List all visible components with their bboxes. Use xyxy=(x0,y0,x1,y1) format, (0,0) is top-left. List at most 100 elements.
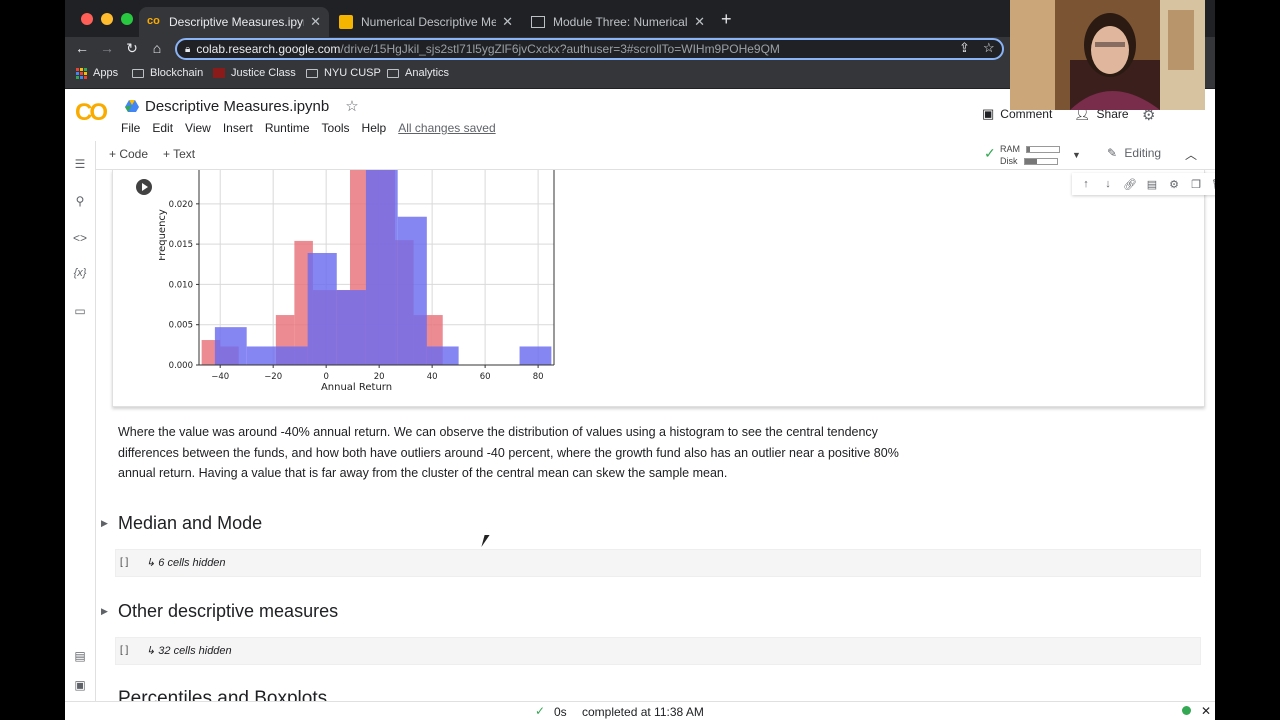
code-snippets-icon[interactable]: <> xyxy=(73,231,87,245)
section-heading: Percentiles and Boxplots xyxy=(118,688,328,701)
menu-tools[interactable]: Tools xyxy=(322,121,350,135)
home-icon[interactable]: ⌂ xyxy=(147,40,167,56)
bookmark-label: Blockchain xyxy=(150,67,204,79)
url-host: colab.research.google.com xyxy=(196,42,341,56)
x-tick-label: −20 xyxy=(264,372,282,382)
bookmark-blockchain[interactable]: Blockchain xyxy=(132,67,203,79)
presenter-video xyxy=(1010,0,1205,110)
menu-help[interactable]: Help xyxy=(362,121,387,135)
execution-duration: 0s xyxy=(554,705,567,719)
apps-grid-icon xyxy=(76,67,87,79)
save-status-link[interactable]: All changes saved xyxy=(398,121,495,135)
mirror-cell-icon[interactable]: ❐ xyxy=(1188,178,1204,191)
collapse-header-icon[interactable]: ︿ xyxy=(1185,146,1197,163)
forward-icon[interactable]: → xyxy=(97,40,117,56)
paragraph-line: annual return. Having a value that is fa… xyxy=(118,466,728,480)
editing-label: Editing xyxy=(1124,146,1162,160)
comment-cell-icon[interactable]: ▤ xyxy=(1144,178,1160,191)
share-icon[interactable]: ⇪ xyxy=(959,40,970,56)
notebook-title-row: Descriptive Measures.ipynb ☆ xyxy=(125,97,359,115)
paragraph-line: Where the value was around -40% annual r… xyxy=(118,425,878,439)
bookmark-justice-class[interactable]: Justice Class xyxy=(213,67,296,79)
editing-mode-button[interactable]: ✎ Editing xyxy=(1107,146,1161,160)
terminal-icon[interactable]: ▣ xyxy=(73,678,87,692)
link-icon[interactable]: 🔗︎ xyxy=(1122,178,1138,191)
histogram-bar xyxy=(214,327,247,365)
add-text-button[interactable]: + Text xyxy=(163,147,195,161)
cell-bracket: [ ] xyxy=(120,557,129,568)
delete-icon[interactable]: 🗑︎ xyxy=(1210,178,1215,191)
menu-view[interactable]: View xyxy=(185,121,211,135)
variables-icon[interactable]: {x} xyxy=(73,267,87,279)
resource-monitor[interactable]: RAM Disk xyxy=(1000,143,1060,167)
search-icon[interactable]: ⚲ xyxy=(73,194,87,208)
connected-check-icon: ✓ xyxy=(984,145,996,161)
left-sidebar: ☰ ⚲ <> {x} ▭ ▤ ▣ xyxy=(65,141,96,701)
close-status-icon[interactable]: ✕ xyxy=(1201,704,1211,718)
disk-label: Disk xyxy=(1000,156,1018,166)
x-axis-label: Annual Return xyxy=(321,382,392,393)
y-tick-label: 0.020 xyxy=(169,200,193,210)
address-bar[interactable]: 🔒︎ colab.research.google.com/drive/15HgJ… xyxy=(175,38,1004,60)
histogram-bar xyxy=(307,252,337,365)
back-icon[interactable]: ← xyxy=(72,40,92,56)
x-tick-label: 60 xyxy=(480,372,491,382)
y-tick-label: 0.000 xyxy=(169,361,193,371)
pencil-icon: ✎ xyxy=(1107,146,1118,160)
x-tick-label: 40 xyxy=(427,372,438,382)
hidden-cells-bar[interactable]: [ ] ↳ 6 cells hidden xyxy=(115,549,1201,577)
star-notebook-icon[interactable]: ☆ xyxy=(345,97,358,115)
star-icon[interactable]: ☆ xyxy=(983,40,995,56)
cell-settings-icon[interactable]: ⚙ xyxy=(1166,178,1182,191)
close-tab-icon[interactable]: ✕ xyxy=(694,14,705,30)
move-down-icon[interactable]: ↓ xyxy=(1100,178,1116,190)
maximize-window-button[interactable] xyxy=(121,13,133,25)
x-tick-label: 0 xyxy=(323,372,328,382)
move-up-icon[interactable]: ↑ xyxy=(1078,178,1094,190)
table-of-contents-icon[interactable]: ☰ xyxy=(73,157,87,171)
bookmark-label: Justice Class xyxy=(231,67,296,79)
tab-descriptive-measures[interactable]: co Descriptive Measures.ipynb - C ✕ xyxy=(139,7,329,37)
output-cell: ↑ ↓ 🔗︎ ▤ ⚙ ❐ 🗑︎ ⋮ −40 −20 0 20 40 60 80 0.000 0.… xyxy=(112,170,1215,407)
bookmark-apps[interactable]: Apps xyxy=(76,67,118,79)
close-tab-icon[interactable]: ✕ xyxy=(310,14,321,30)
execution-status[interactable]: completed at 11:38 AM xyxy=(582,705,704,719)
expand-section-icon[interactable]: ▶ xyxy=(101,518,108,529)
colab-logo[interactable]: CO xyxy=(75,99,108,127)
add-code-button[interactable]: + Code xyxy=(109,147,148,161)
webcam-overlay xyxy=(1010,0,1205,110)
bookmark-analytics[interactable]: Analytics xyxy=(387,67,449,79)
menu-edit[interactable]: Edit xyxy=(152,121,173,135)
section-heading: Other descriptive measures xyxy=(118,601,339,621)
tab-title: Descriptive Measures.ipynb - C xyxy=(169,15,304,29)
notebook-title[interactable]: Descriptive Measures.ipynb xyxy=(145,98,329,115)
close-tab-icon[interactable]: ✕ xyxy=(502,14,513,30)
lock-icon: 🔒︎ xyxy=(185,43,191,55)
section-heading: Median and Mode xyxy=(118,513,263,533)
page-tab-icon xyxy=(531,16,545,28)
histogram-bar xyxy=(519,346,552,365)
files-folder-icon[interactable]: ▭ xyxy=(73,304,87,318)
new-tab-button[interactable]: + xyxy=(721,9,732,30)
tab-module-three[interactable]: Module Three: Numerical Desc ✕ xyxy=(523,7,713,37)
tab-numerical-descriptive[interactable]: Numerical Descriptive Measure ✕ xyxy=(331,7,521,37)
menu-file[interactable]: File xyxy=(121,121,140,135)
y-tick-label: 0.015 xyxy=(169,240,193,250)
histogram-bar xyxy=(336,290,366,365)
histogram-bar xyxy=(365,170,398,365)
hidden-cells-bar[interactable]: [ ] ↳ 32 cells hidden xyxy=(115,637,1201,665)
minimize-window-button[interactable] xyxy=(101,13,113,25)
menu-runtime[interactable]: Runtime xyxy=(265,121,310,135)
expand-section-icon[interactable]: ▶ xyxy=(101,606,108,617)
run-cell-button[interactable] xyxy=(136,179,152,195)
bookmark-nyu-cusp[interactable]: NYU CUSP xyxy=(306,67,381,79)
reload-icon[interactable]: ↻ xyxy=(122,40,142,57)
menu-insert[interactable]: Insert xyxy=(223,121,253,135)
close-window-button[interactable] xyxy=(81,13,93,25)
status-check-icon: ✓ xyxy=(535,704,546,718)
command-palette-icon[interactable]: ▤ xyxy=(73,649,87,663)
menu-bar: File Edit View Insert Runtime Tools Help… xyxy=(121,121,496,135)
cell-toolbar: ↑ ↓ 🔗︎ ▤ ⚙ ❐ 🗑︎ ⋮ xyxy=(1072,173,1215,195)
tab-title: Numerical Descriptive Measure xyxy=(361,15,497,29)
runtime-dropdown-icon[interactable]: ▼ xyxy=(1072,150,1081,160)
